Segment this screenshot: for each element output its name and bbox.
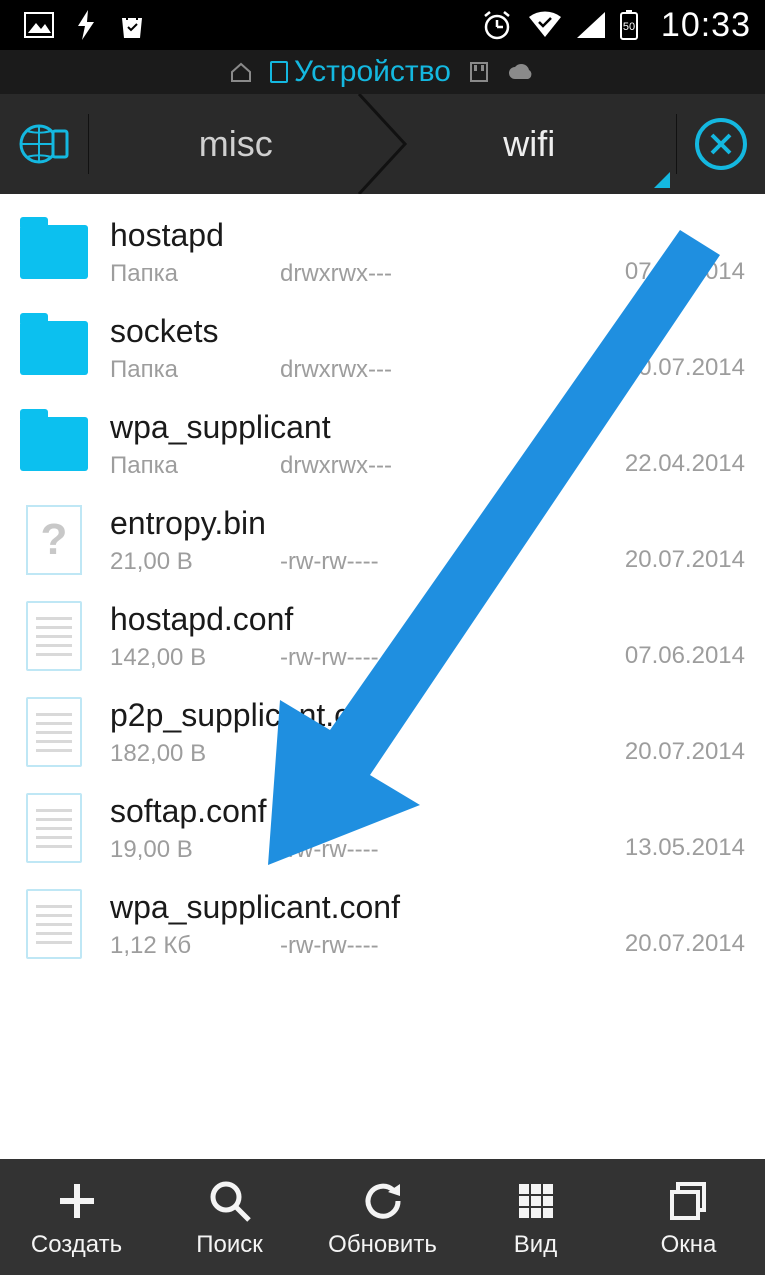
file-type: 1,12 Кб [110, 932, 280, 960]
grid-icon [513, 1175, 559, 1227]
file-type: Папка [110, 260, 280, 288]
file-row[interactable]: ? entropy.bin 21,00 B-rw-rw----20.07.2014 [0, 492, 765, 588]
document-icon [16, 790, 92, 866]
file-permissions: -rw-rw---- [280, 836, 625, 864]
breadcrumb-wifi-label: wifi [503, 123, 555, 165]
file-date: 20.07.2014 [625, 930, 745, 962]
search-button[interactable]: Поиск [153, 1159, 306, 1275]
tab-home[interactable] [230, 62, 252, 82]
file-name: entropy.bin [110, 505, 625, 542]
tab-cloud[interactable] [507, 63, 535, 81]
refresh-icon [360, 1175, 406, 1227]
file-type: Папка [110, 356, 280, 384]
document-icon [16, 694, 92, 770]
search-label: Поиск [196, 1231, 263, 1259]
breadcrumb-misc[interactable]: misc [89, 94, 383, 194]
windows-icon [666, 1175, 712, 1227]
tab-device-label: Устройство [294, 55, 451, 89]
file-permissions: -rw-rw---- [280, 740, 625, 768]
file-permissions: -rw-rw---- [280, 932, 625, 960]
breadcrumb-misc-label: misc [199, 123, 273, 165]
android-status-bar: 50 10:33 [0, 0, 765, 50]
file-permissions: -rw-rw---- [280, 644, 625, 672]
wifi-icon [527, 11, 563, 39]
tab-device[interactable]: Устройство [270, 55, 451, 89]
file-name: hostapd [110, 217, 625, 254]
folder-icon [16, 214, 92, 290]
file-row[interactable]: sockets Папкаdrwxrwx---20.07.2014 [0, 300, 765, 396]
svg-text:50: 50 [623, 21, 635, 33]
file-name: sockets [110, 313, 625, 350]
view-button[interactable]: Вид [459, 1159, 612, 1275]
document-icon [16, 598, 92, 674]
file-name: softap.conf [110, 793, 625, 830]
refresh-label: Обновить [328, 1231, 437, 1259]
file-date: 20.07.2014 [625, 738, 745, 770]
folder-icon [16, 406, 92, 482]
file-permissions: drwxrwx--- [280, 356, 625, 384]
unknown-file-icon: ? [16, 502, 92, 578]
file-date: 20.07.2014 [625, 354, 745, 386]
gallery-icon [24, 12, 54, 38]
windows-label: Окна [661, 1231, 717, 1259]
windows-button[interactable]: Окна [612, 1159, 765, 1275]
file-name: wpa_supplicant [110, 409, 625, 446]
storage-picker-button[interactable] [0, 94, 88, 194]
file-date: 13.05.2014 [625, 834, 745, 866]
file-type: 142,00 B [110, 644, 280, 672]
top-tab-bar: Устройство [0, 50, 765, 94]
file-row[interactable]: p2p_supplicant.conf 182,00 B-rw-rw----20.… [0, 684, 765, 780]
file-type: 19,00 B [110, 836, 280, 864]
file-type: 21,00 B [110, 548, 280, 576]
shopping-icon [118, 10, 146, 40]
view-label: Вид [514, 1231, 557, 1259]
file-date: 22.04.2014 [625, 450, 745, 482]
file-date: 20.07.2014 [625, 546, 745, 578]
file-name: p2p_supplicant.conf [110, 697, 625, 734]
clock-time: 10:33 [661, 6, 751, 45]
document-icon [16, 886, 92, 962]
file-row[interactable]: wpa_supplicant.conf 1,12 Кб-rw-rw----20.0… [0, 876, 765, 972]
breadcrumb-wifi[interactable]: wifi [383, 94, 677, 194]
file-row[interactable]: softap.conf 19,00 B-rw-rw----13.05.2014 [0, 780, 765, 876]
search-icon [207, 1175, 253, 1227]
dropdown-indicator-icon [654, 172, 670, 188]
file-type: 182,00 B [110, 740, 280, 768]
file-permissions: drwxrwx--- [280, 260, 625, 288]
file-type: Папка [110, 452, 280, 480]
battery-icon: 50 [619, 10, 639, 40]
file-row[interactable]: wpa_supplicant Папкаdrwxrwx---22.04.2014 [0, 396, 765, 492]
breadcrumb-bar: misc wifi [0, 94, 765, 194]
file-row[interactable]: hostapd Папкаdrwxrwx---07.06.2014 [0, 204, 765, 300]
file-date: 07.06.2014 [625, 642, 745, 674]
refresh-button[interactable]: Обновить [306, 1159, 459, 1275]
file-name: hostapd.conf [110, 601, 625, 638]
plus-icon [54, 1175, 100, 1227]
tab-sd[interactable] [469, 61, 489, 83]
file-permissions: -rw-rw---- [280, 548, 625, 576]
signal-icon [577, 12, 605, 38]
file-row[interactable]: hostapd.conf 142,00 B-rw-rw----07.06.2014 [0, 588, 765, 684]
bottom-toolbar: Создать Поиск Обновить Вид Окна [0, 1159, 765, 1275]
close-tab-button[interactable] [677, 94, 765, 194]
alarm-icon [481, 10, 513, 40]
folder-icon [16, 310, 92, 386]
file-list: hostapdПапкаdrwxrwx---07.06.2014socketsП… [0, 194, 765, 1159]
file-permissions: drwxrwx--- [280, 452, 625, 480]
bolt-icon [76, 10, 96, 40]
create-label: Создать [31, 1231, 122, 1259]
file-date: 07.06.2014 [625, 258, 745, 290]
create-button[interactable]: Создать [0, 1159, 153, 1275]
file-name: wpa_supplicant.conf [110, 889, 625, 926]
